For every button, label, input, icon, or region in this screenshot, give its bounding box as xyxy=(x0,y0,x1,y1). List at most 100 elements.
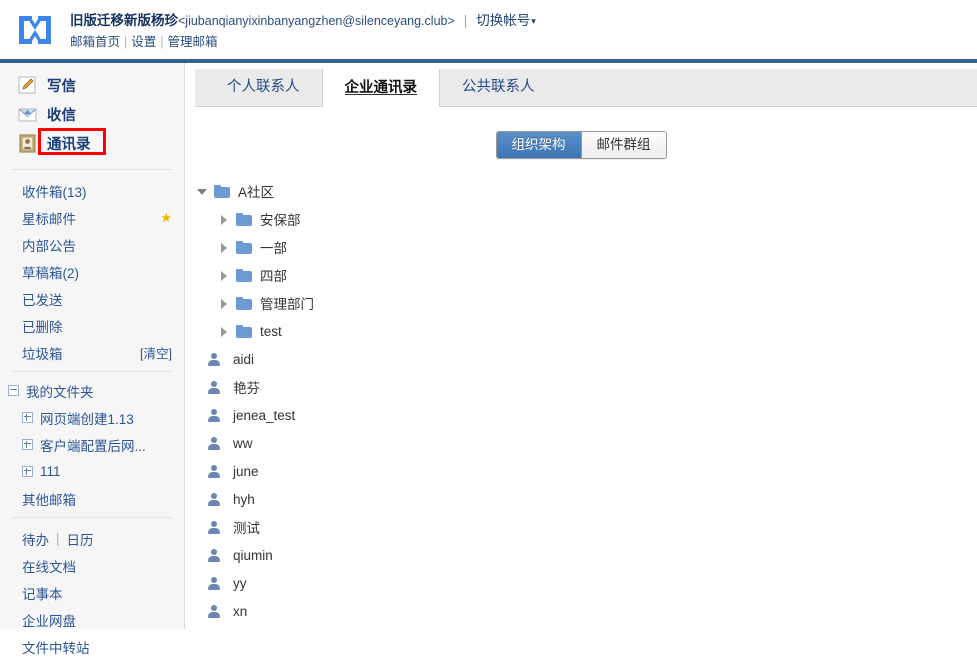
plus-box-icon[interactable] xyxy=(22,412,33,423)
person-icon xyxy=(207,520,221,535)
sidebar-divider-2 xyxy=(12,371,172,372)
folder-icon xyxy=(236,240,252,254)
folder-drafts-label: 草稿箱(2) xyxy=(22,265,79,281)
contact-name: qiumin xyxy=(233,547,273,563)
folder-deleted[interactable]: 已删除 xyxy=(0,312,184,339)
chevron-right-icon[interactable] xyxy=(217,324,231,338)
tool-todo-label[interactable]: 待办 xyxy=(22,529,49,549)
switch-account-link[interactable]: 切换帐号▾ xyxy=(476,13,536,28)
sidebar-item-receive-label: 收信 xyxy=(47,108,76,124)
org-node-root[interactable]: A社区 xyxy=(191,177,977,205)
sidebar-divider-3 xyxy=(12,517,172,518)
org-node-root-label: A社区 xyxy=(238,185,275,200)
sidebar-system-folders: 收件箱(13) 星标邮件 ★ 内部公告 草稿箱(2) 已发送 已删除 垃圾箱 [… xyxy=(0,175,184,366)
org-node-test[interactable]: test xyxy=(191,317,977,345)
chevron-down-icon[interactable] xyxy=(195,184,209,198)
org-node-dept-one[interactable]: 一部 xyxy=(191,233,977,261)
tab-public-contacts[interactable]: 公共联系人 xyxy=(440,68,557,106)
header-links: 邮箱首页 | 设置 | 管理邮箱 xyxy=(70,32,536,52)
other-mailbox[interactable]: 其他邮箱 xyxy=(0,485,184,512)
org-node-dept-four-label: 四部 xyxy=(260,269,287,284)
tool-notepad[interactable]: 记事本 xyxy=(0,579,184,606)
folder-trash[interactable]: 垃圾箱 [清空] xyxy=(0,339,184,366)
tab-enterprise-directory[interactable]: 企业通讯录 xyxy=(321,69,440,107)
folder-drafts[interactable]: 草稿箱(2) xyxy=(0,258,184,285)
tool-todo-calendar[interactable]: 待办 | 日历 xyxy=(0,525,184,552)
contact-item[interactable]: jenea_test xyxy=(191,401,977,429)
tool-online-docs[interactable]: 在线文档 xyxy=(0,552,184,579)
folder-trash-empty-link[interactable]: [清空] xyxy=(140,343,172,362)
mailbox-logo xyxy=(14,10,56,50)
person-icon xyxy=(207,576,221,591)
sidebar-item-contacts[interactable]: 通讯录 xyxy=(0,128,184,158)
sidebar-item-receive[interactable]: 收信 xyxy=(0,100,184,129)
folder-icon xyxy=(236,212,252,226)
contact-name: 测试 xyxy=(233,521,260,536)
person-icon xyxy=(207,408,221,423)
link-settings[interactable]: 设置 xyxy=(131,35,156,49)
link-manage-mailbox[interactable]: 管理邮箱 xyxy=(168,35,218,49)
chevron-right-icon[interactable] xyxy=(217,240,231,254)
contact-name: jenea_test xyxy=(233,407,296,423)
contact-item[interactable]: qiumin xyxy=(191,541,977,569)
plus-box-icon[interactable] xyxy=(22,466,33,477)
tab-enterprise-directory-label: 企业通讯录 xyxy=(344,80,418,96)
contact-item[interactable]: xn xyxy=(191,597,977,625)
chevron-right-icon[interactable] xyxy=(217,268,231,282)
person-icon xyxy=(207,604,221,619)
my-folder-item-2[interactable]: 客户端配置后网... xyxy=(0,431,184,458)
org-node-management-label: 管理部门 xyxy=(260,297,314,312)
receive-icon xyxy=(18,105,37,124)
sidebar-item-contacts-label: 通讯录 xyxy=(47,137,91,153)
contact-name: yy xyxy=(233,575,247,591)
my-folder-item-3-label: 111 xyxy=(40,464,61,479)
folder-trash-label: 垃圾箱 xyxy=(22,346,63,362)
contact-item[interactable]: 艳芬 xyxy=(191,373,977,401)
folder-internal-notice[interactable]: 内部公告 xyxy=(0,231,184,258)
tool-notepad-label: 记事本 xyxy=(22,586,63,602)
person-icon xyxy=(207,436,221,451)
tool-calendar-label[interactable]: 日历 xyxy=(67,529,94,549)
contact-item[interactable]: yy xyxy=(191,569,977,597)
folder-icon xyxy=(214,184,230,198)
org-node-management[interactable]: 管理部门 xyxy=(191,289,977,317)
contact-item[interactable]: hyh xyxy=(191,485,977,513)
folder-starred[interactable]: 星标邮件 ★ xyxy=(0,204,184,231)
tab-personal-contacts-label: 个人联系人 xyxy=(227,79,300,95)
my-folder-item-3[interactable]: 111 xyxy=(0,458,184,485)
segment-mail-groups[interactable]: 邮件群组 xyxy=(581,132,666,158)
tool-file-transfer[interactable]: 文件中转站 xyxy=(0,633,184,660)
tab-personal-contacts[interactable]: 个人联系人 xyxy=(205,68,322,106)
tool-online-docs-label: 在线文档 xyxy=(22,559,76,575)
folder-sent-label: 已发送 xyxy=(22,292,63,308)
contact-item[interactable]: aidi xyxy=(191,345,977,373)
chevron-right-icon[interactable] xyxy=(217,296,231,310)
link-separator-1: | xyxy=(124,35,128,49)
segment-org-structure[interactable]: 组织架构 xyxy=(496,132,582,158)
plus-box-icon[interactable] xyxy=(22,439,33,450)
contact-item[interactable]: ww xyxy=(191,429,977,457)
my-folders-root-label: 我的文件夹 xyxy=(26,384,94,400)
contact-item[interactable]: 测试 xyxy=(191,513,977,541)
star-icon: ★ xyxy=(160,209,172,225)
chevron-right-icon[interactable] xyxy=(217,212,231,226)
contact-item[interactable]: june xyxy=(191,457,977,485)
segment-mail-groups-label: 邮件群组 xyxy=(596,137,651,152)
folder-sent[interactable]: 已发送 xyxy=(0,285,184,312)
folder-inbox[interactable]: 收件箱(13) xyxy=(0,177,184,204)
sidebar-item-compose[interactable]: 写信 xyxy=(0,71,184,100)
segment-org-structure-label: 组织架构 xyxy=(511,137,566,152)
my-folders-root[interactable]: 我的文件夹 xyxy=(0,377,184,404)
account-name: 旧版迁移新版杨珍 xyxy=(70,13,178,28)
sidebar-primary-nav: 写信 收信 通讯录 xyxy=(0,71,184,164)
org-node-security-label: 安保部 xyxy=(260,213,301,228)
my-folder-item-1[interactable]: 网页端创建1.13 xyxy=(0,404,184,431)
minus-box-icon[interactable] xyxy=(8,385,19,396)
link-mail-home[interactable]: 邮箱首页 xyxy=(70,35,120,49)
contact-name: aidi xyxy=(233,351,255,367)
org-node-security[interactable]: 安保部 xyxy=(191,205,977,233)
sidebar-tools: 待办 | 日历 在线文档 记事本 企业网盘 文件中转站 xyxy=(0,523,184,660)
org-node-dept-four[interactable]: 四部 xyxy=(191,261,977,289)
folder-inbox-label: 收件箱(13) xyxy=(22,184,87,200)
contact-name: june xyxy=(233,463,259,479)
